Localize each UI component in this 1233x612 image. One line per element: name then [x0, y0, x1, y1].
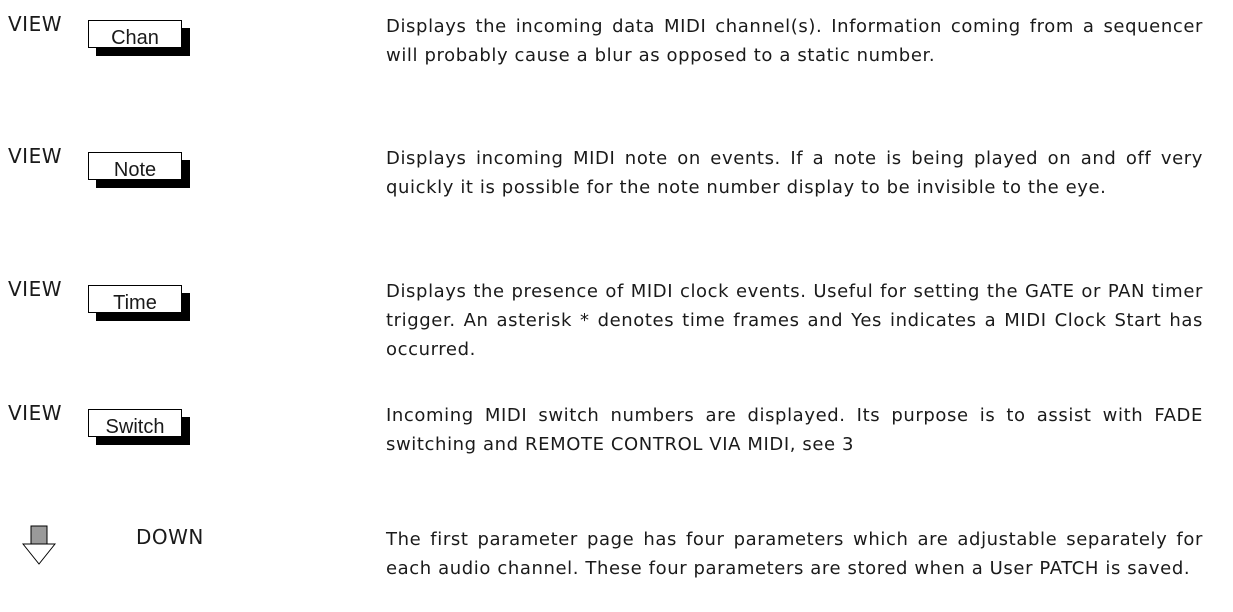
time-display: Time: [88, 285, 190, 321]
view-label: VIEW: [8, 277, 62, 301]
switch-display-text: Switch: [88, 409, 182, 437]
note-display: Note: [88, 152, 190, 188]
down-description: The first parameter page has four parame…: [386, 529, 1203, 579]
time-display-text: Time: [88, 285, 182, 313]
switch-description: Incoming MIDI switch numbers are display…: [386, 405, 1203, 455]
note-description: Displays incoming MIDI note on events. I…: [386, 148, 1203, 198]
chan-description: Displays the incoming data MIDI channel(…: [386, 16, 1203, 66]
note-display-text: Note: [88, 152, 182, 180]
view-label: VIEW: [8, 144, 62, 168]
time-description: Displays the presence of MIDI clock even…: [386, 281, 1203, 360]
view-label: VIEW: [8, 401, 62, 425]
down-label: DOWN: [136, 525, 204, 549]
view-label: VIEW: [8, 12, 62, 36]
switch-display: Switch: [88, 409, 190, 445]
chan-display-text: Chan: [88, 20, 182, 48]
chan-display: Chan: [88, 20, 190, 56]
down-arrow-icon: [22, 525, 56, 565]
